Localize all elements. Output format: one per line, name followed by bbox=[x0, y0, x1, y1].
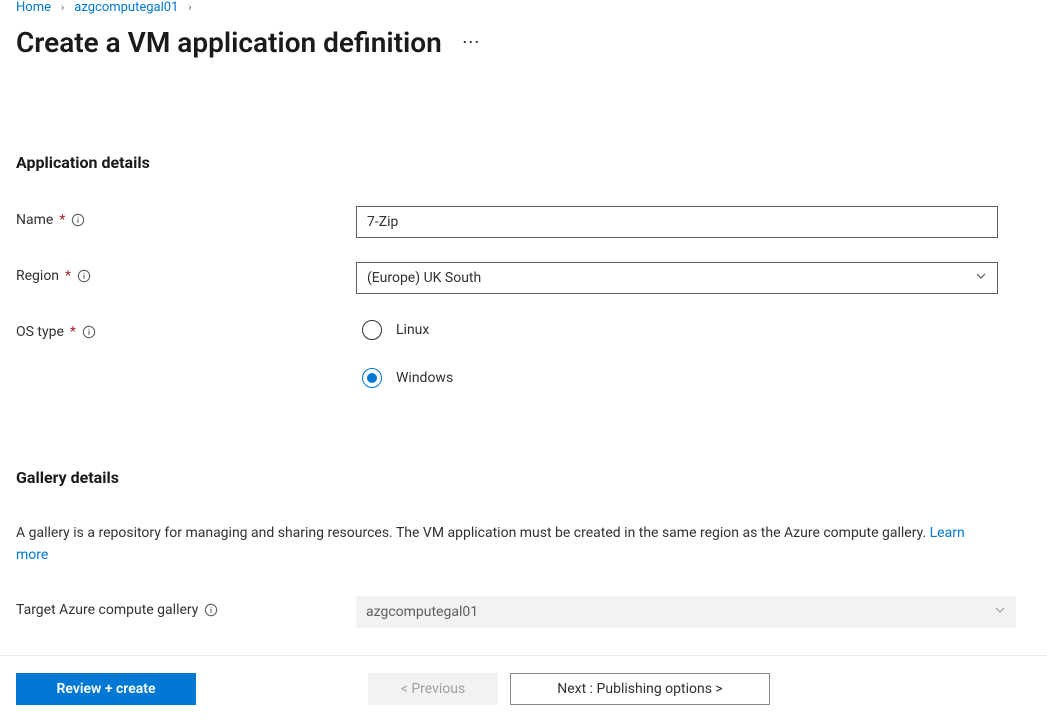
section-application-details: Application details bbox=[16, 153, 1031, 172]
os-type-linux-label: Linux bbox=[396, 322, 429, 338]
section-gallery-details: Gallery details bbox=[16, 468, 1031, 487]
wizard-footer: Review + create < Previous Next : Publis… bbox=[0, 655, 1047, 721]
chevron-right-icon: › bbox=[188, 1, 191, 14]
chevron-down-icon bbox=[975, 270, 987, 286]
more-actions-button[interactable]: ⋯ bbox=[462, 32, 481, 53]
radio-checked-icon bbox=[362, 368, 382, 388]
breadcrumb: Home › azgcomputegal01 › bbox=[16, 0, 1031, 14]
target-gallery-select: azgcomputegal01 bbox=[356, 596, 1016, 628]
radio-unchecked-icon bbox=[362, 320, 382, 340]
required-indicator: * bbox=[65, 268, 71, 284]
os-type-label: OS type bbox=[16, 324, 64, 340]
target-gallery-label: Target Azure compute gallery bbox=[16, 602, 198, 618]
breadcrumb-home[interactable]: Home bbox=[16, 0, 51, 14]
os-type-radio-group: Linux Windows bbox=[356, 318, 998, 388]
name-input[interactable] bbox=[356, 206, 998, 238]
os-type-windows-radio[interactable]: Windows bbox=[362, 368, 998, 388]
chevron-right-icon: › bbox=[61, 1, 64, 14]
region-select-value: (Europe) UK South bbox=[367, 270, 481, 286]
info-icon[interactable] bbox=[77, 269, 91, 283]
name-label: Name bbox=[16, 212, 53, 228]
info-icon[interactable] bbox=[204, 603, 218, 617]
info-icon[interactable] bbox=[71, 213, 85, 227]
page-title: Create a VM application definition bbox=[16, 26, 442, 59]
region-select[interactable]: (Europe) UK South bbox=[356, 262, 998, 294]
breadcrumb-gallery[interactable]: azgcomputegal01 bbox=[74, 0, 178, 14]
gallery-description: A gallery is a repository for managing a… bbox=[16, 523, 996, 566]
previous-button: < Previous bbox=[368, 673, 498, 705]
required-indicator: * bbox=[70, 324, 76, 340]
required-indicator: * bbox=[59, 212, 65, 228]
gallery-description-text: A gallery is a repository for managing a… bbox=[16, 525, 930, 541]
review-create-button[interactable]: Review + create bbox=[16, 673, 196, 705]
region-label: Region bbox=[16, 268, 59, 284]
target-gallery-value: azgcomputegal01 bbox=[366, 604, 478, 620]
os-type-linux-radio[interactable]: Linux bbox=[362, 320, 998, 340]
chevron-down-icon bbox=[994, 604, 1006, 620]
info-icon[interactable] bbox=[82, 325, 96, 339]
os-type-windows-label: Windows bbox=[396, 370, 453, 386]
next-button[interactable]: Next : Publishing options > bbox=[510, 673, 770, 705]
